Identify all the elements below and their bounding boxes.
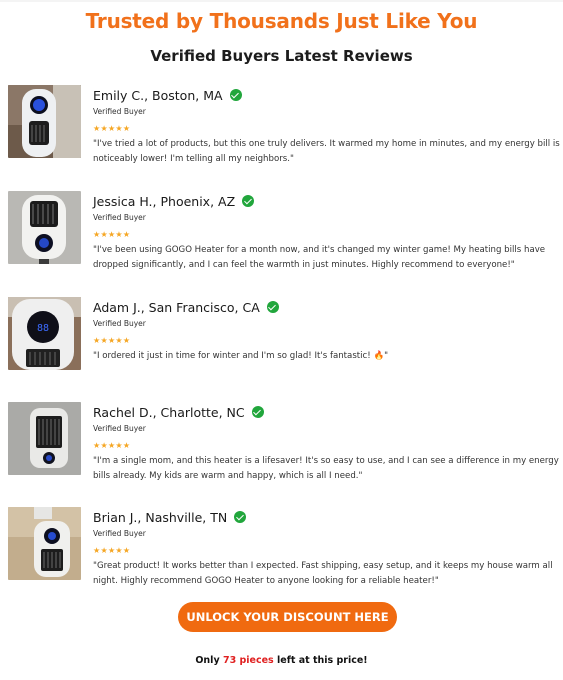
verified-buyer-label: Verified Buyer [93, 424, 146, 433]
svg-text:88: 88 [37, 323, 49, 334]
star-rating: ★★★★★ [93, 230, 131, 239]
verified-check-icon [234, 511, 247, 523]
reviewer-name: Brian J., Nashville, TN [93, 510, 247, 525]
review-photo [8, 402, 81, 475]
verified-buyer-label: Verified Buyer [93, 107, 146, 116]
reviewer-name: Jessica H., Phoenix, AZ [93, 194, 255, 209]
review-card: Emily C., Boston, MA Verified Buyer ★★★★… [8, 85, 560, 165]
verified-check-icon [229, 89, 242, 101]
review-photo [8, 507, 81, 580]
star-rating: ★★★★★ [93, 441, 131, 450]
stock-suffix: left at this price! [273, 655, 368, 666]
stock-notice: Only 73 pieces left at this price! [0, 655, 563, 666]
review-text: "I've tried a lot of products, but this … [93, 139, 560, 164]
review-text: "I've been using GOGO Heater for a month… [93, 245, 546, 270]
review-photo: 88 [8, 297, 81, 370]
section-subtitle: Verified Buyers Latest Reviews [150, 47, 413, 65]
verified-buyer-label: Verified Buyer [93, 213, 146, 222]
page-title: Trusted by Thousands Just Like You [85, 9, 478, 33]
review-card: 88 Adam J., San Francisco, CA Verified B… [8, 297, 560, 377]
stock-count: 73 pieces [222, 655, 274, 666]
stock-prefix: Only [195, 655, 223, 666]
top-divider [0, 0, 563, 2]
star-rating: ★★★★★ [93, 336, 131, 345]
verified-check-icon [266, 301, 279, 313]
verified-check-icon [242, 195, 255, 207]
review-card: Brian J., Nashville, TN Verified Buyer ★… [8, 507, 560, 587]
reviewer-name: Adam J., San Francisco, CA [93, 300, 279, 315]
review-text: "I'm a single mom, and this heater is a … [93, 456, 559, 481]
verified-buyer-label: Verified Buyer [93, 319, 146, 328]
verified-check-icon [251, 406, 264, 418]
star-rating: ★★★★★ [93, 546, 131, 555]
review-text: "I ordered it just in time for winter an… [93, 351, 389, 361]
review-photo [8, 85, 81, 158]
review-card: Rachel D., Charlotte, NC Verified Buyer … [8, 402, 560, 482]
reviewer-name: Emily C., Boston, MA [93, 88, 242, 103]
verified-buyer-label: Verified Buyer [93, 529, 146, 538]
reviewer-name: Rachel D., Charlotte, NC [93, 405, 264, 420]
star-rating: ★★★★★ [93, 124, 131, 133]
review-photo [8, 191, 81, 264]
review-text: "Great product! It works better than I e… [93, 561, 553, 586]
unlock-discount-button[interactable]: UNLOCK YOUR DISCOUNT HERE [178, 602, 397, 632]
review-card: Jessica H., Phoenix, AZ Verified Buyer ★… [8, 191, 560, 271]
